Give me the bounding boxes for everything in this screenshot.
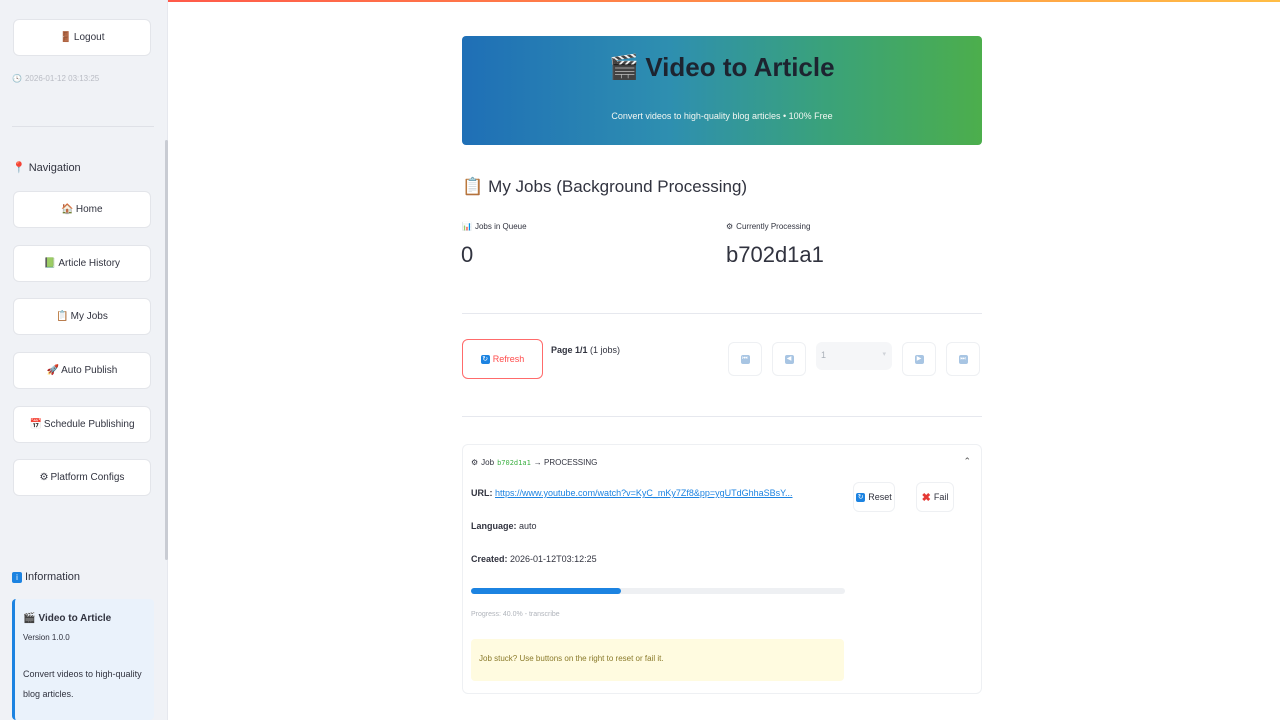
sidebar: 🚪 Logout 🕓 2026-01-12 03:13:25 📍 Navigat… — [0, 0, 168, 720]
fail-button[interactable]: ✖ Fail — [916, 482, 954, 512]
reset-button[interactable]: ↻ Reset — [853, 482, 895, 512]
sidebar-item-my-jobs[interactable]: 📋 My Jobs — [13, 298, 151, 335]
clipboard-icon: 📋 — [56, 311, 69, 322]
info-box: 🎬 Video to Article Version 1.0.0 Convert… — [12, 599, 154, 720]
job-url-row: URL: https://www.youtube.com/watch?v=KyC… — [471, 488, 793, 498]
sidebar-scrollbar[interactable] — [165, 140, 168, 560]
stuck-warning: Job stuck? Use buttons on the right to r… — [471, 639, 844, 681]
door-icon: 🚪 — [59, 32, 72, 43]
progress-bar-fill — [471, 588, 621, 594]
chevron-down-icon: ▾ — [882, 351, 886, 358]
calendar-icon: 📅 — [29, 419, 42, 430]
session-timestamp: 🕓 2026-01-12 03:13:25 — [12, 74, 100, 83]
chevron-up-icon[interactable]: ⌃ — [963, 456, 971, 467]
next-page-icon: ▶ — [914, 354, 924, 364]
sidebar-item-schedule-publishing[interactable]: 📅 Schedule Publishing — [13, 406, 151, 443]
information-heading: i Information — [12, 571, 80, 583]
processing-metric-label: ⚙ Currently Processing — [726, 222, 811, 231]
banner-title: 🎬 Video to Article — [609, 52, 835, 82]
pin-icon: 📍 — [12, 162, 26, 174]
clapperboard-icon: 🎬 — [609, 54, 640, 81]
last-page-button[interactable]: ⏭ — [946, 342, 980, 376]
job-created-row: Created: 2026-01-12T03:12:25 — [471, 554, 597, 564]
job-url-link[interactable]: https://www.youtube.com/watch?v=KyC_mKy7… — [495, 488, 792, 498]
header-banner: 🎬 Video to Article Convert videos to hig… — [462, 36, 982, 145]
book-icon: 📗 — [43, 258, 57, 269]
page-info: Page 1/1 (1 jobs) — [551, 345, 621, 355]
progress-text: Progress: 40.0% - transcribe — [471, 611, 560, 618]
refresh-icon: ↻ — [856, 492, 866, 502]
first-page-button[interactable]: ⏮ — [728, 342, 762, 376]
next-page-button[interactable]: ▶ — [902, 342, 936, 376]
sidebar-item-platform-configs[interactable]: ⚙ Platform Configs — [13, 459, 151, 496]
sidebar-item-article-history[interactable]: 📗 Article History — [13, 245, 151, 282]
job-id: b702d1a1 — [497, 458, 531, 467]
sidebar-item-auto-publish[interactable]: 🚀 Auto Publish — [13, 352, 151, 389]
processing-metric-value: b702d1a1 — [726, 242, 824, 267]
logout-label: Logout — [73, 32, 105, 43]
logout-button[interactable]: 🚪 Logout — [13, 19, 151, 56]
gear-icon: ⚙ — [39, 472, 49, 483]
divider — [462, 313, 982, 314]
sidebar-item-home[interactable]: 🏠 Home — [13, 191, 151, 228]
page-select[interactable]: 1 ▾ — [816, 342, 892, 370]
refresh-icon: ↻ — [480, 354, 490, 364]
queue-metric-value: 0 — [461, 242, 474, 267]
close-icon: ✖ — [921, 491, 931, 504]
clapperboard-icon: 🎬 — [23, 613, 36, 624]
job-card: ⚙ Job b702d1a1 → PROCESSING ⌃ URL: https… — [462, 444, 982, 694]
info-version: Version 1.0.0 — [23, 633, 70, 642]
refresh-button[interactable]: ↻ Refresh — [462, 339, 543, 379]
queue-metric-label: 📊 Jobs in Queue — [462, 222, 527, 231]
prev-page-button[interactable]: ◀ — [772, 342, 806, 376]
progress-bar — [471, 588, 845, 594]
info-title: 🎬 Video to Article — [23, 613, 112, 624]
banner-subtitle: Convert videos to high-quality blog arti… — [611, 111, 833, 121]
navigation-heading: 📍 Navigation — [12, 161, 81, 175]
job-language-row: Language: auto — [471, 521, 537, 531]
chart-icon: 📊 — [462, 222, 472, 231]
job-header[interactable]: ⚙ Job b702d1a1 → PROCESSING — [471, 458, 597, 467]
page-title: 📋 My Jobs (Background Processing) — [462, 177, 748, 196]
info-icon: i — [12, 571, 22, 583]
home-icon: 🏠 — [61, 204, 74, 215]
first-page-icon: ⏮ — [740, 354, 750, 364]
last-page-icon: ⏭ — [958, 354, 968, 364]
clipboard-icon: 📋 — [462, 177, 484, 196]
job-status: → PROCESSING — [533, 458, 598, 467]
prev-page-icon: ◀ — [784, 354, 794, 364]
rocket-icon: 🚀 — [46, 365, 60, 376]
sidebar-divider — [12, 126, 154, 127]
top-accent-bar — [0, 0, 1280, 2]
clock-icon: 🕓 — [12, 74, 22, 83]
gear-icon: ⚙ — [471, 458, 479, 467]
info-description: Convert videos to high-quality blog arti… — [23, 669, 142, 699]
divider — [462, 416, 982, 417]
gear-icon: ⚙ — [726, 222, 734, 231]
